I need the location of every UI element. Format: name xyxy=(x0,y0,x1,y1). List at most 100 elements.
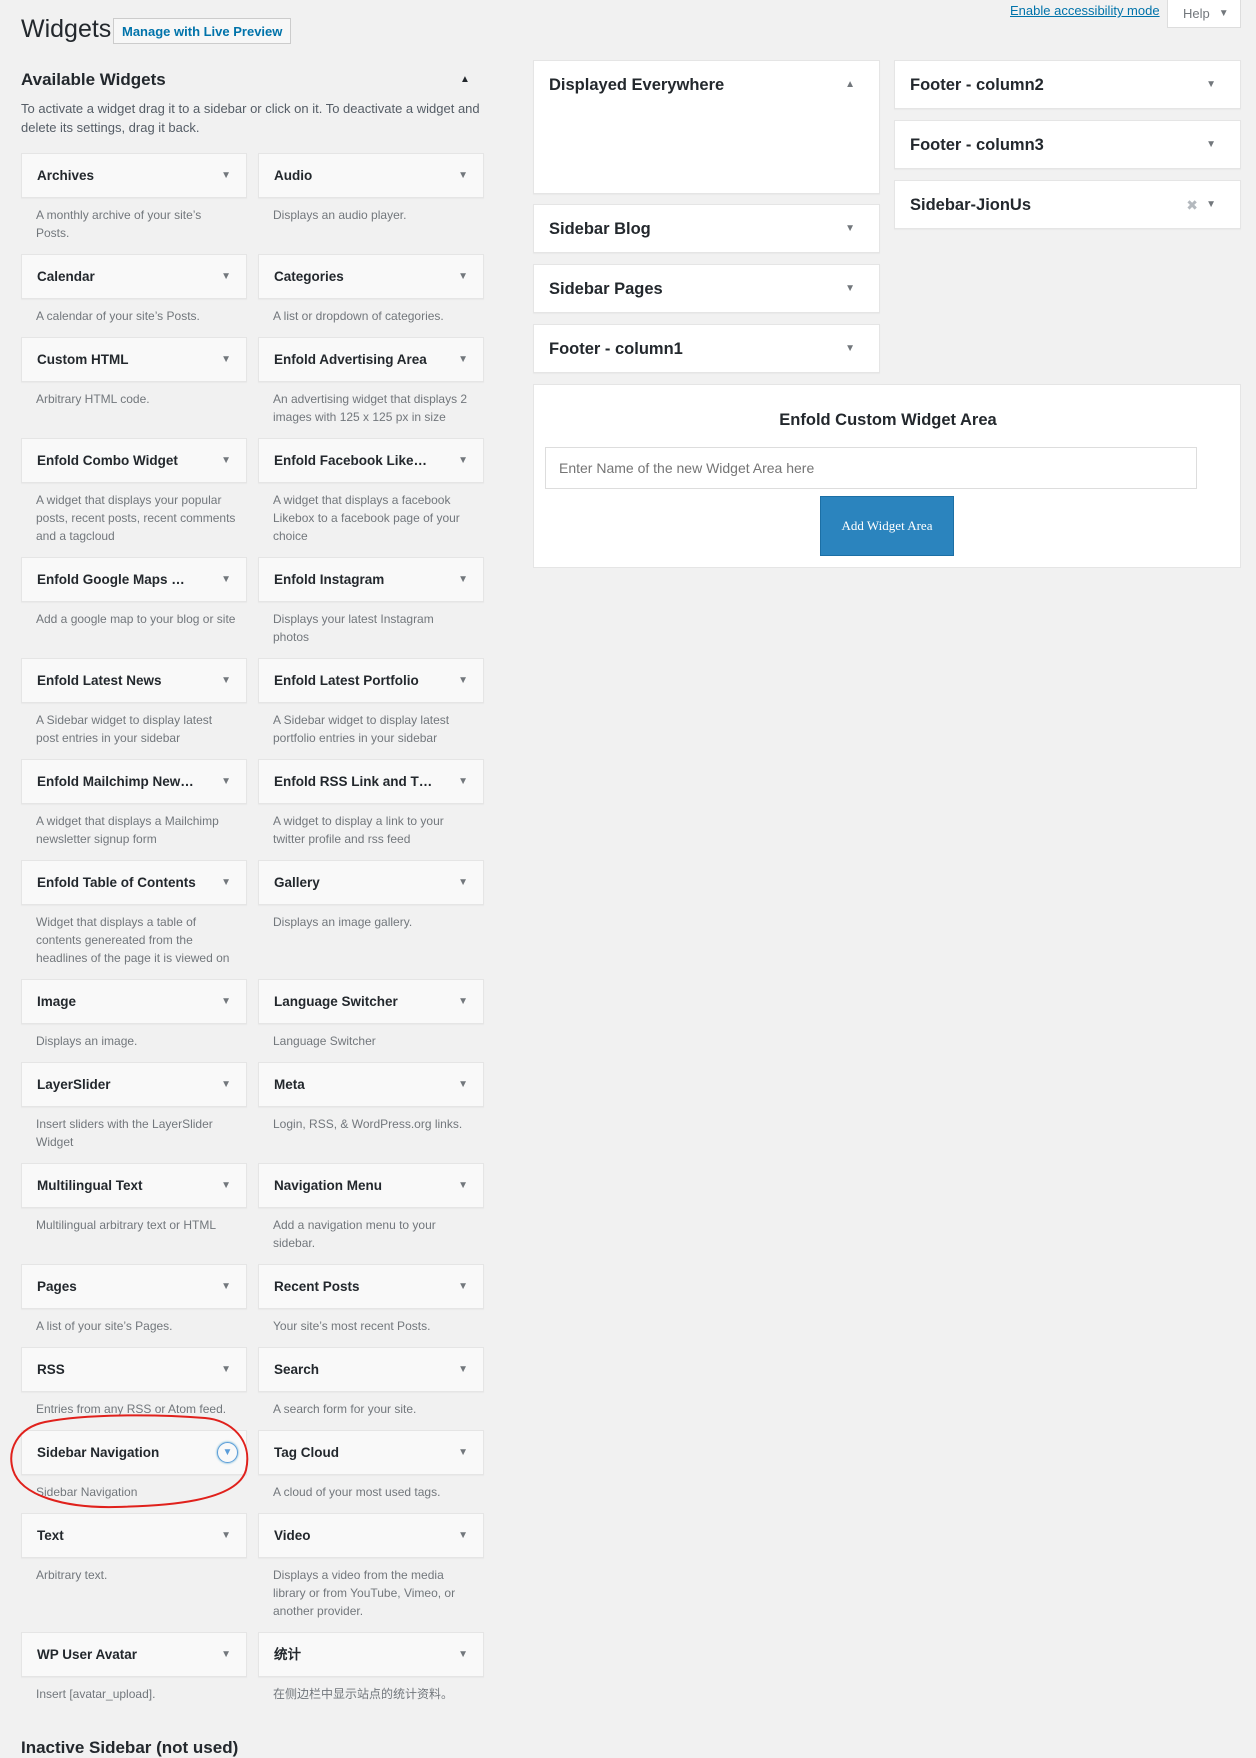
triangle-down-icon[interactable]: ▼ xyxy=(845,265,855,313)
sidebar-title: Footer - column2 xyxy=(910,76,1044,94)
triangle-down-icon[interactable]: ▼ xyxy=(458,558,468,601)
triangle-down-icon[interactable]: ▼ xyxy=(221,980,231,1023)
widget-text[interactable]: Text ▼ xyxy=(21,1513,247,1558)
widget-title: Enfold Facebook Like… xyxy=(274,453,428,468)
accessibility-mode-link[interactable]: Enable accessibility mode xyxy=(1010,3,1160,18)
widget-enfold-rss-link-and-t[interactable]: Enfold RSS Link and T… ▼ xyxy=(258,759,484,804)
triangle-down-icon[interactable]: ▼ xyxy=(221,1164,231,1207)
sidebar-pages[interactable]: Sidebar Pages ▼ xyxy=(533,264,880,313)
sidebar-footer-column1[interactable]: Footer - column1 ▼ xyxy=(533,324,880,373)
widget-enfold-combo-widget[interactable]: Enfold Combo Widget ▼ xyxy=(21,438,247,483)
widget-title: Recent Posts xyxy=(274,1279,360,1294)
triangle-down-icon[interactable]: ▼ xyxy=(458,255,468,298)
widget-gallery[interactable]: Gallery ▼ xyxy=(258,860,484,905)
triangle-down-icon[interactable]: ▼ xyxy=(458,760,468,803)
triangle-down-icon[interactable]: ▼ xyxy=(458,1348,468,1391)
widget-enfold-advertising-area[interactable]: Enfold Advertising Area ▼ xyxy=(258,337,484,382)
sidebar-footer-column2[interactable]: Footer - column2 ▼ xyxy=(894,60,1241,109)
triangle-down-icon[interactable]: ▼ xyxy=(458,1063,468,1106)
widget-enfold-google-maps[interactable]: Enfold Google Maps … ▼ xyxy=(21,557,247,602)
sidebar-title: Displayed Everywhere xyxy=(549,76,725,94)
triangle-down-icon[interactable]: ▼ xyxy=(458,1633,468,1676)
sidebar-footer-column3[interactable]: Footer - column3 ▼ xyxy=(894,120,1241,169)
live-preview-button[interactable]: Manage with Live Preview xyxy=(113,18,292,44)
widget-audio[interactable]: Audio ▼ xyxy=(258,153,484,198)
triangle-down-icon[interactable]: ▼ xyxy=(1206,181,1216,229)
help-label: Help xyxy=(1183,6,1210,21)
triangle-down-icon[interactable]: ▼ xyxy=(1206,121,1216,169)
widget-tag-cloud[interactable]: Tag Cloud ▼ xyxy=(258,1430,484,1475)
widget-language-switcher[interactable]: Language Switcher ▼ xyxy=(258,979,484,1024)
widget-title: Meta xyxy=(274,1077,305,1092)
triangle-down-icon[interactable]: ▼ xyxy=(458,439,468,482)
widget-pages[interactable]: Pages ▼ xyxy=(21,1264,247,1309)
triangle-down-icon[interactable]: ▼ xyxy=(458,1431,468,1474)
add-widget-area-button[interactable]: Add Widget Area xyxy=(820,496,954,556)
widget-rss[interactable]: RSS ▼ xyxy=(21,1347,247,1392)
triangle-down-icon[interactable]: ▼ xyxy=(458,338,468,381)
triangle-down-icon[interactable]: ▼ xyxy=(221,1265,231,1308)
widget-enfold-instagram[interactable]: Enfold Instagram ▼ xyxy=(258,557,484,602)
widget-enfold-table-of-contents[interactable]: Enfold Table of Contents ▼ xyxy=(21,860,247,905)
widget-title: Enfold Latest News xyxy=(37,673,162,688)
widget-description: Login, RSS, & WordPress.org links. xyxy=(273,1117,463,1131)
triangle-down-icon[interactable]: ▼ xyxy=(221,760,231,803)
triangle-down-icon[interactable]: ▼ xyxy=(458,861,468,904)
triangle-down-icon[interactable]: ▼ xyxy=(221,338,231,381)
triangle-down-icon[interactable]: ▼ xyxy=(458,1514,468,1557)
widget-image[interactable]: Image ▼ xyxy=(21,979,247,1024)
triangle-down-icon[interactable]: ▼ xyxy=(221,1633,231,1676)
triangle-down-icon[interactable]: ▼ xyxy=(221,558,231,601)
widget-recent-posts[interactable]: Recent Posts ▼ xyxy=(258,1264,484,1309)
triangle-down-icon[interactable]: ▼ xyxy=(221,1348,231,1391)
triangle-down-icon[interactable]: ▼ xyxy=(221,154,231,197)
widget-archives[interactable]: Archives ▼ xyxy=(21,153,247,198)
widget-enfold-latest-news[interactable]: Enfold Latest News ▼ xyxy=(21,658,247,703)
triangle-down-icon[interactable]: ▼ xyxy=(221,439,231,482)
triangle-down-icon[interactable]: ▼ xyxy=(221,255,231,298)
triangle-down-icon[interactable]: ▼ xyxy=(458,980,468,1023)
triangle-down-icon[interactable]: ▼ xyxy=(458,1164,468,1207)
widget-multilingual-text[interactable]: Multilingual Text ▼ xyxy=(21,1163,247,1208)
widget-navigation-menu[interactable]: Navigation Menu ▼ xyxy=(258,1163,484,1208)
widget-enfold-mailchimp-new[interactable]: Enfold Mailchimp New… ▼ xyxy=(21,759,247,804)
widget-title: 统计 xyxy=(274,1647,301,1662)
widget-area-name-input[interactable] xyxy=(545,447,1197,489)
sidebar-title: Sidebar-JionUs xyxy=(910,196,1032,214)
sidebar-jionus[interactable]: Sidebar-JionUs ✖ ▼ xyxy=(894,180,1241,229)
triangle-down-icon[interactable]: ▼ xyxy=(845,205,855,253)
help-tab[interactable]: Help ▼ xyxy=(1167,0,1241,28)
collapse-icon[interactable]: ▲ xyxy=(460,74,470,85)
sidebar-displayed-everywhere[interactable]: Displayed Everywhere ▲ xyxy=(533,60,880,194)
triangle-down-icon[interactable]: ▼ xyxy=(221,1514,231,1557)
widget-meta[interactable]: Meta ▼ xyxy=(258,1062,484,1107)
widget-custom-html[interactable]: Custom HTML ▼ xyxy=(21,337,247,382)
triangle-down-icon[interactable]: ▼ xyxy=(458,1265,468,1308)
chevron-down-icon: ▼ xyxy=(1218,8,1229,19)
triangle-up-icon[interactable]: ▲ xyxy=(845,61,855,109)
triangle-down-icon[interactable]: ▼ xyxy=(845,325,855,373)
triangle-down-icon[interactable]: ▼ xyxy=(1206,61,1216,109)
triangle-down-icon[interactable]: ▼ xyxy=(458,154,468,197)
widget-enfold-latest-portfolio[interactable]: Enfold Latest Portfolio ▼ xyxy=(258,658,484,703)
delete-x-icon[interactable]: ✖ xyxy=(1186,181,1198,229)
triangle-down-icon[interactable]: ▼ xyxy=(221,1063,231,1106)
widget-item-31[interactable]: 统计 ▼ xyxy=(258,1632,484,1677)
widget-description: Insert sliders with the LayerSlider Widg… xyxy=(36,1117,213,1149)
sidebar-blog[interactable]: Sidebar Blog ▼ xyxy=(533,204,880,253)
widget-layerslider[interactable]: LayerSlider ▼ xyxy=(21,1062,247,1107)
triangle-down-icon[interactable]: ▼ xyxy=(458,659,468,702)
widget-description: Widget that displays a table of contents… xyxy=(36,915,230,965)
widget-description: Displays an audio player. xyxy=(273,208,407,222)
inactive-sidebar-title: Inactive Sidebar (not used) xyxy=(21,1738,239,1757)
widget-categories[interactable]: Categories ▼ xyxy=(258,254,484,299)
widget-wp-user-avatar[interactable]: WP User Avatar ▼ xyxy=(21,1632,247,1677)
widget-title: WP User Avatar xyxy=(37,1647,138,1662)
widget-search[interactable]: Search ▼ xyxy=(258,1347,484,1392)
widget-enfold-facebook-like[interactable]: Enfold Facebook Like… ▼ xyxy=(258,438,484,483)
widget-calendar[interactable]: Calendar ▼ xyxy=(21,254,247,299)
widget-video[interactable]: Video ▼ xyxy=(258,1513,484,1558)
triangle-down-icon[interactable]: ▼ xyxy=(221,861,231,904)
triangle-down-icon[interactable]: ▼ xyxy=(221,659,231,702)
widget-title: Search xyxy=(274,1362,320,1377)
